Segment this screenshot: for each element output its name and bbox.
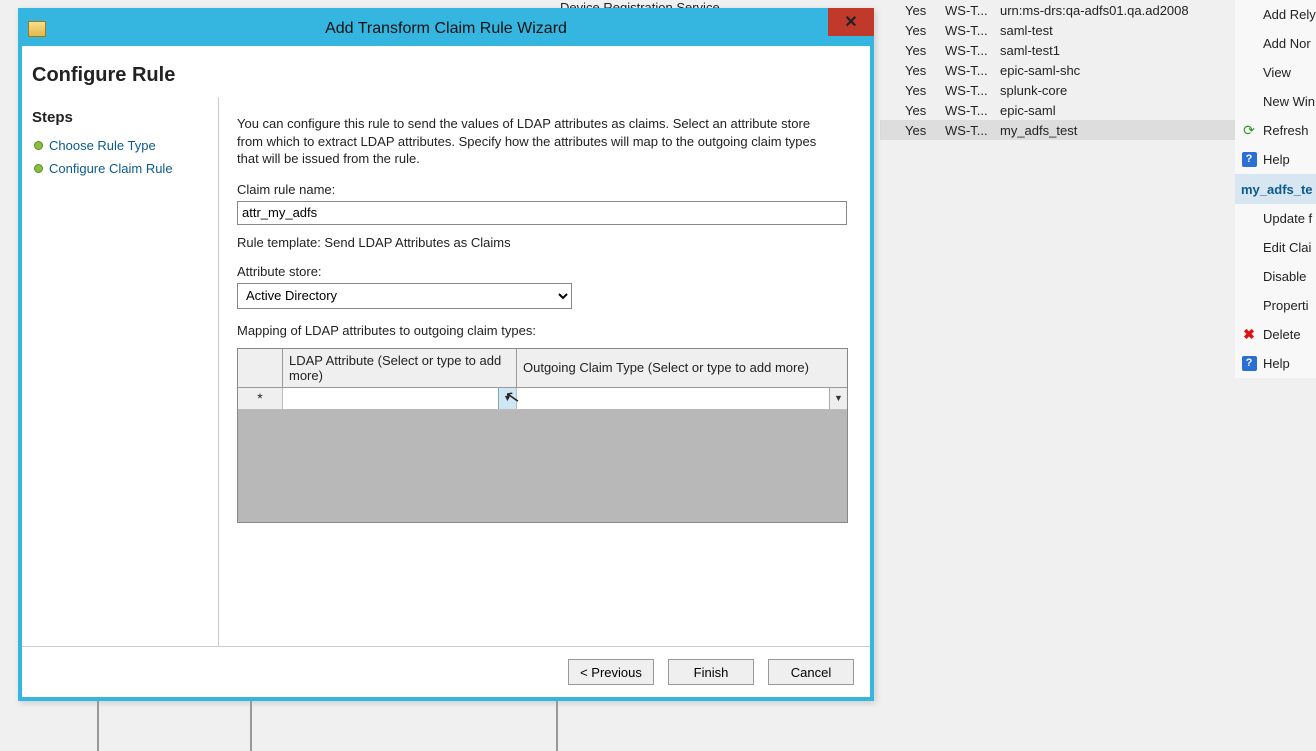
grid-header-ldap: LDAP Attribute (Select or type to add mo… <box>283 349 517 387</box>
bg-divider <box>556 701 558 751</box>
outgoing-claim-cell[interactable]: ▼ <box>517 388 847 409</box>
grid-new-row: * ▼ ▼ <box>238 388 847 410</box>
window-icon <box>28 21 46 37</box>
page-heading: Configure Rule <box>32 56 870 97</box>
ldap-attribute-cell[interactable]: ▼ <box>283 388 517 409</box>
action-add-relying[interactable]: Add Rely <box>1235 0 1316 29</box>
titlebar[interactable]: Add Transform Claim Rule Wizard ✕ <box>22 12 870 46</box>
actions-pane: Add Rely Add Nor View New Win ⟳Refresh ?… <box>1235 0 1316 378</box>
step-configure-claim-rule[interactable]: Configure Claim Rule <box>22 157 218 180</box>
table-row[interactable]: Yes WS-T... saml-test1 <box>880 40 1240 60</box>
rule-name-input[interactable] <box>237 201 847 225</box>
grid-header-row <box>238 349 283 387</box>
outgoing-claim-input[interactable] <box>517 388 829 409</box>
chevron-down-icon: ▼ <box>834 393 843 403</box>
step-bullet-icon <box>34 164 43 173</box>
steps-sidebar: Steps Choose Rule Type Configure Claim R… <box>22 97 219 646</box>
action-view[interactable]: View <box>1235 58 1316 87</box>
wizard-button-row: < Previous Finish Cancel <box>22 646 870 697</box>
steps-title: Steps <box>22 97 218 134</box>
ldap-mapping-grid: LDAP Attribute (Select or type to add mo… <box>237 348 848 523</box>
step-label: Choose Rule Type <box>49 138 156 153</box>
step-bullet-icon <box>34 141 43 150</box>
col-identifier: urn:ms-drs:qa-adfs01.qa.ad2008 <box>1000 3 1240 18</box>
rule-template-text: Rule template: Send LDAP Attributes as C… <box>237 235 854 250</box>
bg-divider <box>97 701 99 751</box>
rule-name-label: Claim rule name: <box>237 182 854 197</box>
refresh-icon: ⟳ <box>1241 123 1257 139</box>
delete-icon: ✖ <box>1241 327 1257 343</box>
table-row[interactable]: Yes WS-T... saml-test <box>880 20 1240 40</box>
grid-empty-area <box>238 410 847 522</box>
claim-rule-wizard-window: Add Transform Claim Rule Wizard ✕ Config… <box>18 8 874 701</box>
chevron-down-icon: ▼ <box>503 393 512 403</box>
description-text: You can configure this rule to send the … <box>237 115 837 168</box>
finish-button[interactable]: Finish <box>668 659 754 685</box>
grid-header-outgoing: Outgoing Claim Type (Select or type to a… <box>517 349 847 387</box>
table-row-selected[interactable]: Yes WS-T... my_adfs_test <box>880 120 1240 140</box>
relying-party-list: Yes WS-T... urn:ms-drs:qa-adfs01.qa.ad20… <box>880 0 1240 140</box>
action-update[interactable]: Update f <box>1235 204 1316 233</box>
wizard-main-pane: You can configure this rule to send the … <box>219 97 870 646</box>
outgoing-claim-dropdown-button[interactable]: ▼ <box>829 388 847 409</box>
action-properties[interactable]: Properti <box>1235 291 1316 320</box>
step-choose-rule-type[interactable]: Choose Rule Type <box>22 134 218 157</box>
ldap-attribute-input[interactable] <box>283 388 498 409</box>
help-icon: ? <box>1241 152 1257 168</box>
step-label: Configure Claim Rule <box>49 161 173 176</box>
attribute-store-select[interactable]: Active Directory <box>237 283 572 309</box>
action-help[interactable]: ?Help <box>1235 145 1316 174</box>
action-delete[interactable]: ✖Delete <box>1235 320 1316 349</box>
action-help-2[interactable]: ?Help <box>1235 349 1316 378</box>
help-icon: ? <box>1241 356 1257 372</box>
action-new-window[interactable]: New Win <box>1235 87 1316 116</box>
close-icon: ✕ <box>844 12 857 32</box>
table-row[interactable]: Yes WS-T... splunk-core <box>880 80 1240 100</box>
mapping-label: Mapping of LDAP attributes to outgoing c… <box>237 323 854 338</box>
col-type: WS-T... <box>945 3 1000 18</box>
bg-divider <box>250 701 252 751</box>
action-refresh[interactable]: ⟳Refresh <box>1235 116 1316 145</box>
action-disable[interactable]: Disable <box>1235 262 1316 291</box>
window-title: Add Transform Claim Rule Wizard <box>22 20 870 38</box>
table-row[interactable]: Yes WS-T... urn:ms-drs:qa-adfs01.qa.ad20… <box>880 0 1240 20</box>
actions-selected-header: my_adfs_te <box>1235 174 1316 204</box>
close-button[interactable]: ✕ <box>828 8 874 36</box>
ldap-attribute-dropdown-button[interactable]: ▼ <box>498 388 516 409</box>
table-row[interactable]: Yes WS-T... epic-saml <box>880 100 1240 120</box>
row-marker: * <box>238 388 283 409</box>
table-row[interactable]: Yes WS-T... epic-saml-shc <box>880 60 1240 80</box>
action-edit-claim[interactable]: Edit Clai <box>1235 233 1316 262</box>
col-enabled: Yes <box>880 3 945 18</box>
attribute-store-label: Attribute store: <box>237 264 854 279</box>
previous-button[interactable]: < Previous <box>568 659 654 685</box>
action-add-non[interactable]: Add Nor <box>1235 29 1316 58</box>
cancel-button[interactable]: Cancel <box>768 659 854 685</box>
